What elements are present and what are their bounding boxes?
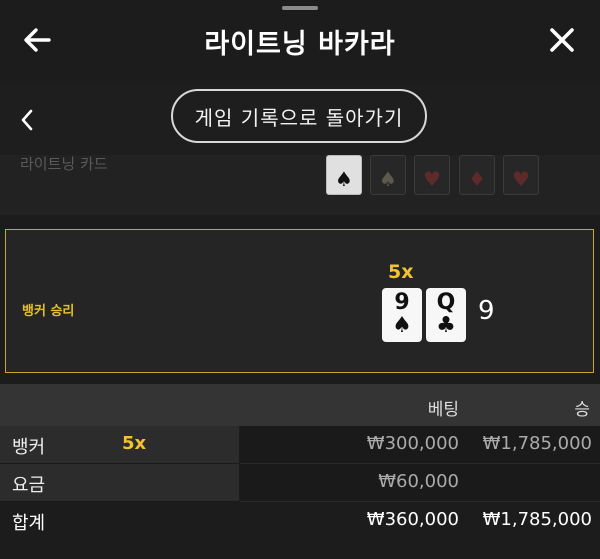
heart-icon: ♥ <box>423 167 441 191</box>
win-amount: ₩1,785,000 <box>482 433 592 454</box>
page-title: 라이트닝 바카라 <box>204 29 396 60</box>
win-column-header: 승 <box>574 400 590 420</box>
lightning-card: ♠ <box>370 155 406 195</box>
bet-amount: ₩60,000 <box>378 471 459 492</box>
history-nav: 게임 기록으로 돌아가기 <box>0 84 600 156</box>
back-to-history-button[interactable]: 게임 기록으로 돌아가기 <box>171 89 427 143</box>
row-label-cell: 요금 <box>0 464 239 502</box>
row-values-cell: ₩300,000 ₩1,785,000 <box>240 426 600 464</box>
playing-card: Q ♣ <box>426 288 466 342</box>
top-bar: 라이트닝 바카라 <box>0 0 600 84</box>
chevron-left-icon[interactable] <box>18 108 36 132</box>
spade-icon: ♠ <box>379 167 397 191</box>
playing-card: 9 ♠ <box>382 288 422 342</box>
row-values-cell: ₩60,000 <box>240 464 600 502</box>
lightning-card: ♥ <box>503 155 539 195</box>
spade-icon: ♠ <box>392 313 412 338</box>
row-multiplier: 5x <box>122 433 147 454</box>
diamond-icon: ♦ <box>468 167 486 191</box>
table-row: 요금 ₩60,000 <box>0 464 600 502</box>
bets-table: 베팅 승 뱅커 5x ₩300,000 ₩1,785,000 요금 ₩60,00… <box>0 384 600 540</box>
result-panel: 뱅커 승리 5x 9 ♠ Q ♣ 9 <box>5 229 594 373</box>
lightning-card: ♥ <box>414 155 450 195</box>
lightning-card: ♠ <box>326 155 362 195</box>
table-row: 뱅커 5x ₩300,000 ₩1,785,000 <box>0 426 600 464</box>
card-multiplier: 5x <box>388 261 414 283</box>
total-label: 합계 <box>12 513 46 534</box>
total-win-amount: ₩1,785,000 <box>482 509 592 530</box>
bet-column-header: 베팅 <box>427 400 459 420</box>
spade-icon: ♠ <box>335 167 353 191</box>
close-icon[interactable] <box>548 26 576 54</box>
row-label: 요금 <box>12 475 46 496</box>
hand-score: 9 <box>478 296 495 326</box>
bet-amount: ₩300,000 <box>366 433 459 454</box>
row-label: 뱅커 <box>12 437 46 458</box>
heart-icon: ♥ <box>512 167 530 191</box>
winner-label: 뱅커 승리 <box>22 304 75 319</box>
lightning-card: ♦ <box>459 155 495 195</box>
table-header: 베팅 승 <box>0 384 600 426</box>
table-total-row: 합계 ₩360,000 ₩1,785,000 <box>0 502 600 540</box>
lightning-cards-row: 라이트닝 카드 ♠ ♠ ♥ ♦ ♥ <box>0 155 600 215</box>
lightning-cards-label: 라이트닝 카드 <box>20 155 108 173</box>
total-bet-amount: ₩360,000 <box>366 509 459 530</box>
row-label-cell: 뱅커 5x <box>0 426 239 464</box>
club-icon: ♣ <box>436 313 456 338</box>
